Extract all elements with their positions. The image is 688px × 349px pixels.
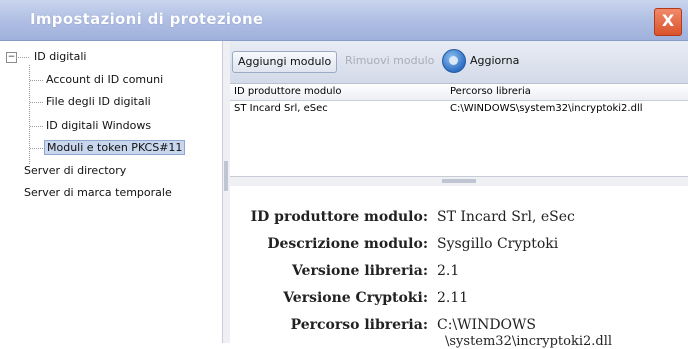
value-library-path: C:\WINDOWS: [437, 317, 536, 333]
cell-module-vendor: ST Incard Srl, eSec: [234, 103, 328, 114]
cell-library-path: C:\WINDOWS\system32\incryptoki2.dll: [450, 103, 643, 114]
tree-item-server-directory[interactable]: Server di directory: [24, 164, 126, 177]
column-header-module-vendor[interactable]: ID produttore modulo: [234, 84, 342, 100]
value-module-vendor: ST Incard Srl, eSec: [437, 209, 575, 225]
module-pane: Aggiungi modulo Rimuovi modulo Aggiorna …: [230, 41, 688, 349]
label-module-vendor: ID produttore modulo:: [250, 209, 428, 225]
value-library-path-continued: \system32\incryptoki2.dll: [445, 334, 613, 349]
table-row[interactable]: ST Incard Srl, eSec C:\WINDOWS\system32\…: [230, 101, 688, 117]
tree-item-id-digitali[interactable]: ID digitali: [34, 50, 86, 63]
tree-connector: [16, 57, 29, 58]
label-library-version: Versione libreria:: [291, 263, 428, 279]
tree-item-server-marca-temporale[interactable]: Server di marca temporale: [24, 186, 172, 199]
label-module-description: Descrizione modulo:: [267, 236, 428, 252]
refresh-label: Aggiorna: [470, 54, 520, 67]
title-bar: Impostazioni di protezione X: [0, 0, 688, 41]
table-header: ID produttore modulo Percorso libreria: [230, 84, 688, 101]
tree-connector: [30, 80, 43, 81]
tree-connector: [30, 148, 43, 149]
value-module-description: Sysgillo Cryptoki: [437, 236, 559, 252]
tree-item-id-digitali-windows[interactable]: ID digitali Windows: [46, 119, 151, 132]
close-button[interactable]: X: [654, 8, 682, 36]
toolbar: Aggiungi modulo Rimuovi modulo Aggiorna: [230, 41, 688, 84]
value-cryptoki-version: 2.11: [437, 290, 469, 306]
splitter-grip[interactable]: [442, 179, 476, 183]
refresh-icon: [442, 49, 466, 73]
column-header-library-path[interactable]: Percorso libreria: [450, 84, 531, 100]
tree-item-account-id-comuni[interactable]: Account di ID comuni: [46, 73, 163, 86]
tree-item-file-id-digitali[interactable]: File degli ID digitali: [46, 95, 151, 108]
refresh-button[interactable]: Aggiorna: [442, 49, 524, 73]
tree-connector: [30, 102, 43, 103]
tree-item-moduli-token-pkcs11[interactable]: Moduli e token PKCS#11: [44, 140, 186, 155]
tree-connector: [30, 126, 43, 127]
label-library-path: Percorso libreria:: [290, 317, 428, 333]
splitter-grip[interactable]: [224, 161, 228, 191]
value-library-version: 2.1: [437, 263, 460, 279]
navigation-tree: − ID digitali Account di ID comuni File …: [0, 41, 222, 343]
module-table: ID produttore modulo Percorso libreria S…: [230, 84, 688, 176]
label-cryptoki-version: Versione Cryptoki:: [283, 290, 428, 306]
add-module-button[interactable]: Aggiungi modulo: [232, 51, 338, 73]
remove-module-button[interactable]: Rimuovi modulo: [340, 51, 439, 71]
window-title: Impostazioni di protezione: [30, 10, 264, 28]
module-details: ID produttore modulo: ST Incard Srl, eSe…: [230, 186, 688, 349]
